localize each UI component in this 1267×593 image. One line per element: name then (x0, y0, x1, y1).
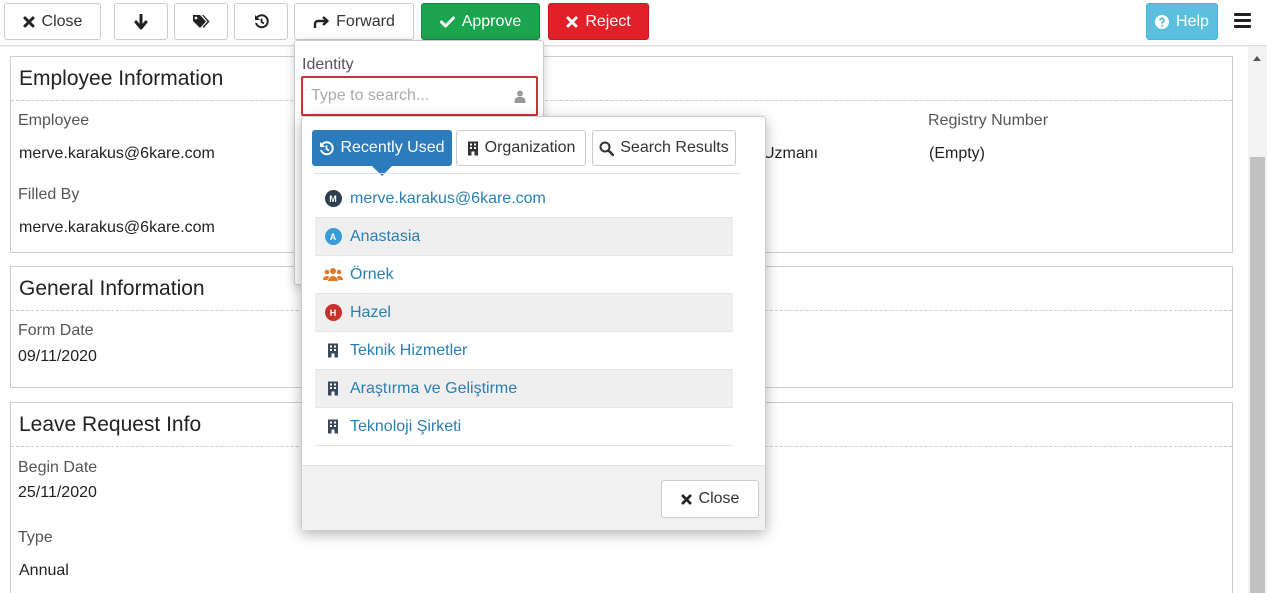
close-icon (681, 493, 692, 505)
employee-value: merve.karakus@6kare.com (19, 145, 215, 162)
identity-label: Identity (302, 56, 354, 73)
tab-recently-used[interactable]: Recently Used (312, 130, 452, 176)
close-icon (566, 16, 578, 27)
form-date-label: Form Date (18, 322, 94, 339)
approve-button-label: Approve (461, 12, 522, 30)
building-icon (323, 342, 343, 360)
tab-label: Search Results (620, 139, 729, 156)
building-icon (323, 418, 343, 436)
picker-close-button[interactable]: Close (661, 480, 759, 518)
list-item[interactable]: Örnek (315, 256, 733, 294)
tab-organization[interactable]: Organization (456, 130, 586, 166)
identity-picker: Recently Used Organization Search Result… (301, 116, 766, 530)
help-button-label: Help (1176, 12, 1209, 30)
list-item[interactable]: Teknik Hizmetler (315, 332, 733, 370)
menu-icon[interactable] (1234, 13, 1251, 31)
list-item-label: Anastasia (350, 227, 421, 245)
close-button-label: Close (41, 12, 83, 30)
list-item[interactable]: M merve.karakus@6kare.com (315, 180, 733, 218)
reject-button-label: Reject (585, 12, 631, 30)
picker-footer: Close (302, 465, 765, 530)
identity-search-field[interactable] (301, 76, 538, 116)
question-circle-icon (1155, 14, 1170, 29)
user-avatar-icon: M (323, 190, 343, 208)
picker-close-label: Close (698, 490, 740, 507)
history-icon (320, 140, 335, 155)
building-icon (323, 380, 343, 398)
list-item-label: Teknoloji Şirketi (350, 417, 462, 435)
panel-title: Employee Information (11, 57, 1232, 101)
forward-button-label: Forward (336, 12, 395, 30)
list-item[interactable]: Teknoloji Şirketi (315, 408, 733, 446)
group-icon (323, 266, 343, 284)
search-icon (599, 141, 615, 156)
approve-button[interactable]: Approve (421, 3, 540, 40)
history-button[interactable] (234, 3, 288, 40)
tags-button[interactable] (174, 3, 228, 40)
building-icon (467, 141, 478, 155)
forward-icon (313, 15, 329, 28)
identity-search-input[interactable] (303, 78, 536, 114)
reject-button[interactable]: Reject (548, 3, 649, 40)
user-avatar-icon: H (323, 304, 343, 322)
filled-by-label: Filled By (18, 186, 80, 203)
check-icon (439, 16, 455, 27)
list-item-label: Teknik Hizmetler (350, 341, 468, 359)
list-item[interactable]: Araştırma ve Geliştirme (315, 370, 733, 408)
filled-by-value: merve.karakus@6kare.com (19, 219, 215, 236)
scroll-thumb[interactable] (1250, 157, 1265, 593)
scrollbar[interactable] (1248, 47, 1267, 593)
move-down-button[interactable] (114, 3, 168, 40)
tags-icon (192, 15, 209, 28)
user-icon (514, 90, 526, 103)
arrow-down-icon (134, 13, 148, 29)
list-item-label: Araştırma ve Geliştirme (350, 379, 518, 397)
help-button[interactable]: Help (1146, 3, 1218, 40)
begin-date-label: Begin Date (18, 459, 98, 476)
title-value: Uzmanı (763, 145, 819, 162)
history-icon (254, 14, 269, 29)
begin-date-value: 25/11/2020 (18, 484, 97, 501)
list-item[interactable]: A Anastasia (315, 218, 733, 256)
list-item-label: merve.karakus@6kare.com (350, 189, 546, 207)
user-avatar-icon: A (323, 228, 343, 246)
forward-button[interactable]: Forward (294, 3, 414, 40)
list-item-label: Örnek (350, 265, 394, 283)
close-button[interactable]: Close (4, 3, 101, 40)
employee-label: Employee (18, 112, 90, 129)
scroll-up-arrow-icon[interactable] (1253, 56, 1261, 61)
registry-number-label: Registry Number (928, 112, 1049, 129)
type-value: Annual (19, 562, 69, 579)
close-icon (23, 16, 35, 27)
form-date-value: 09/11/2020 (18, 348, 97, 365)
list-item-label: Hazel (350, 303, 391, 321)
recently-used-list: M merve.karakus@6kare.com A Anastasia Ör… (315, 180, 733, 446)
registry-number-value: (Empty) (929, 145, 985, 162)
picker-tabs: Recently Used Organization Search Result… (302, 117, 765, 176)
tab-search-results[interactable]: Search Results (592, 130, 736, 166)
toolbar: Close Forward Approve Reject Help (0, 0, 1267, 46)
tab-label: Recently Used (340, 139, 445, 156)
list-item[interactable]: H Hazel (315, 294, 733, 332)
tab-label: Organization (484, 139, 576, 156)
type-label: Type (18, 529, 53, 546)
